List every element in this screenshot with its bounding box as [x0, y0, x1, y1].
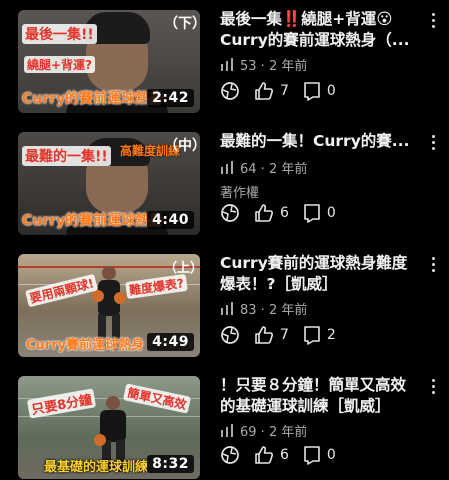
video-duration: 4:49 [147, 333, 194, 351]
video-list: 最後一集!! 繞腿+背運? Curry的賽前運球熱身 （下） 2:42 最後一集… [0, 0, 449, 480]
more-options-icon[interactable] [426, 11, 440, 31]
views-bars-icon [221, 58, 233, 71]
more-options-icon[interactable] [426, 133, 440, 153]
comment-icon [304, 204, 320, 223]
video-duration: 2:42 [147, 89, 194, 107]
comments-button[interactable]: 0 [303, 445, 336, 465]
view-count: 83 [240, 303, 257, 318]
thumbnail-caption: Curry的賽前運球熱身 [22, 91, 164, 107]
like-button[interactable]: 6 [254, 445, 289, 465]
more-options-icon[interactable] [426, 377, 440, 397]
thumbnail-caption: （中） [164, 138, 200, 154]
thumbnail-caption: 最難的一集!! [22, 146, 111, 166]
comment-count: 0 [326, 205, 336, 221]
video-item[interactable]: 只要8分鐘 簡單又高效 最基礎的運球訓練 8:32 ！只要８分鐘！簡單又高效的基… [0, 366, 449, 480]
thumbnail-caption: Curry賽前運球熱身 [26, 338, 145, 353]
video-thumbnail[interactable]: 要用兩顆球! 難度爆表? Curry賽前運球熱身 （上） 4:49 [18, 254, 200, 357]
comments-button[interactable]: 2 [303, 325, 336, 345]
video-thumbnail[interactable]: 最難的一集!! 高難度訓練 Curry的賽前運球熱身 （中） 4:40 [18, 132, 200, 235]
upload-age: 2 年前 [268, 425, 308, 440]
thumbnail-caption: Curry的賽前運球熱身 [22, 213, 164, 229]
analytics-icon [221, 326, 239, 344]
analytics-button[interactable] [220, 325, 240, 345]
thumbnail-caption: （上） [164, 261, 200, 276]
video-actions: 7 2 [220, 324, 350, 346]
like-count: 7 [280, 327, 289, 343]
like-count: 6 [280, 447, 289, 463]
video-actions: 6 0 [220, 202, 350, 224]
view-count: 69 [240, 425, 257, 440]
comment-icon [304, 326, 320, 345]
analytics-button[interactable] [220, 203, 240, 223]
thumbnail-caption: 最後一集!! [22, 24, 97, 44]
thumb-up-icon [255, 326, 273, 344]
thumb-up-icon [255, 82, 273, 100]
upload-age: 2 年前 [268, 162, 308, 177]
like-button[interactable]: 7 [254, 81, 289, 101]
comment-icon [304, 446, 320, 465]
video-item[interactable]: 最後一集!! 繞腿+背運? Curry的賽前運球熱身 （下） 2:42 最後一集… [0, 0, 449, 120]
video-meta: 53 · 2 年前 [220, 55, 307, 74]
video-duration: 8:32 [147, 455, 194, 473]
video-meta: 69 · 2 年前 [220, 421, 307, 440]
thumb-up-icon [255, 446, 273, 464]
like-button[interactable]: 7 [254, 325, 289, 345]
comment-count: 0 [326, 447, 336, 463]
comments-button[interactable]: 0 [303, 81, 336, 101]
analytics-button[interactable] [220, 81, 240, 101]
video-title[interactable]: Curry賽前的運球熱身難度爆表！?［凱威］ [220, 253, 416, 295]
video-title[interactable]: 最後一集‼️繞腿+背運😮 Curry的賽前運球熱身（... [220, 9, 416, 51]
thumbnail-caption: （下） [164, 16, 200, 32]
video-meta: 64 · 2 年前 [220, 158, 307, 177]
video-meta: 83 · 2 年前 [220, 299, 307, 318]
comments-button[interactable]: 0 [303, 203, 336, 223]
thumbnail-caption: 繞腿+背運? [24, 56, 96, 73]
analytics-button[interactable] [220, 445, 240, 465]
upload-age: 2 年前 [268, 59, 308, 74]
copyright-label: 著作權 [220, 186, 260, 201]
video-actions: 6 0 [220, 444, 350, 466]
views-bars-icon [221, 161, 233, 174]
like-count: 7 [280, 83, 289, 99]
video-title[interactable]: ！只要８分鐘！簡單又高效的基礎運球訓練［凱威］ [220, 375, 416, 417]
video-item[interactable]: 最難的一集!! 高難度訓練 Curry的賽前運球熱身 （中） 4:40 最難的一… [0, 122, 449, 242]
more-options-icon[interactable] [426, 255, 440, 275]
thumbnail-caption: 最基礎的運球訓練 [44, 460, 149, 475]
comment-count: 0 [326, 83, 336, 99]
analytics-icon [221, 82, 239, 100]
video-duration: 4:40 [147, 211, 194, 229]
view-count: 64 [240, 162, 257, 177]
video-item[interactable]: 要用兩顆球! 難度爆表? Curry賽前運球熱身 （上） 4:49 Curry賽… [0, 244, 449, 364]
video-thumbnail[interactable]: 只要8分鐘 簡單又高效 最基礎的運球訓練 8:32 [18, 376, 200, 479]
view-count: 53 [240, 59, 257, 74]
views-bars-icon [221, 302, 233, 315]
comment-icon [304, 82, 320, 101]
analytics-icon [221, 204, 239, 222]
video-thumbnail[interactable]: 最後一集!! 繞腿+背運? Curry的賽前運球熱身 （下） 2:42 [18, 10, 200, 113]
upload-age: 2 年前 [268, 303, 308, 318]
thumb-up-icon [255, 204, 273, 222]
like-count: 6 [280, 205, 289, 221]
like-button[interactable]: 6 [254, 203, 289, 223]
views-bars-icon [221, 424, 233, 437]
analytics-icon [221, 446, 239, 464]
comment-count: 2 [326, 327, 336, 343]
video-title[interactable]: 最難的一集！Curry的賽... [220, 131, 416, 152]
video-actions: 7 0 [220, 80, 350, 102]
